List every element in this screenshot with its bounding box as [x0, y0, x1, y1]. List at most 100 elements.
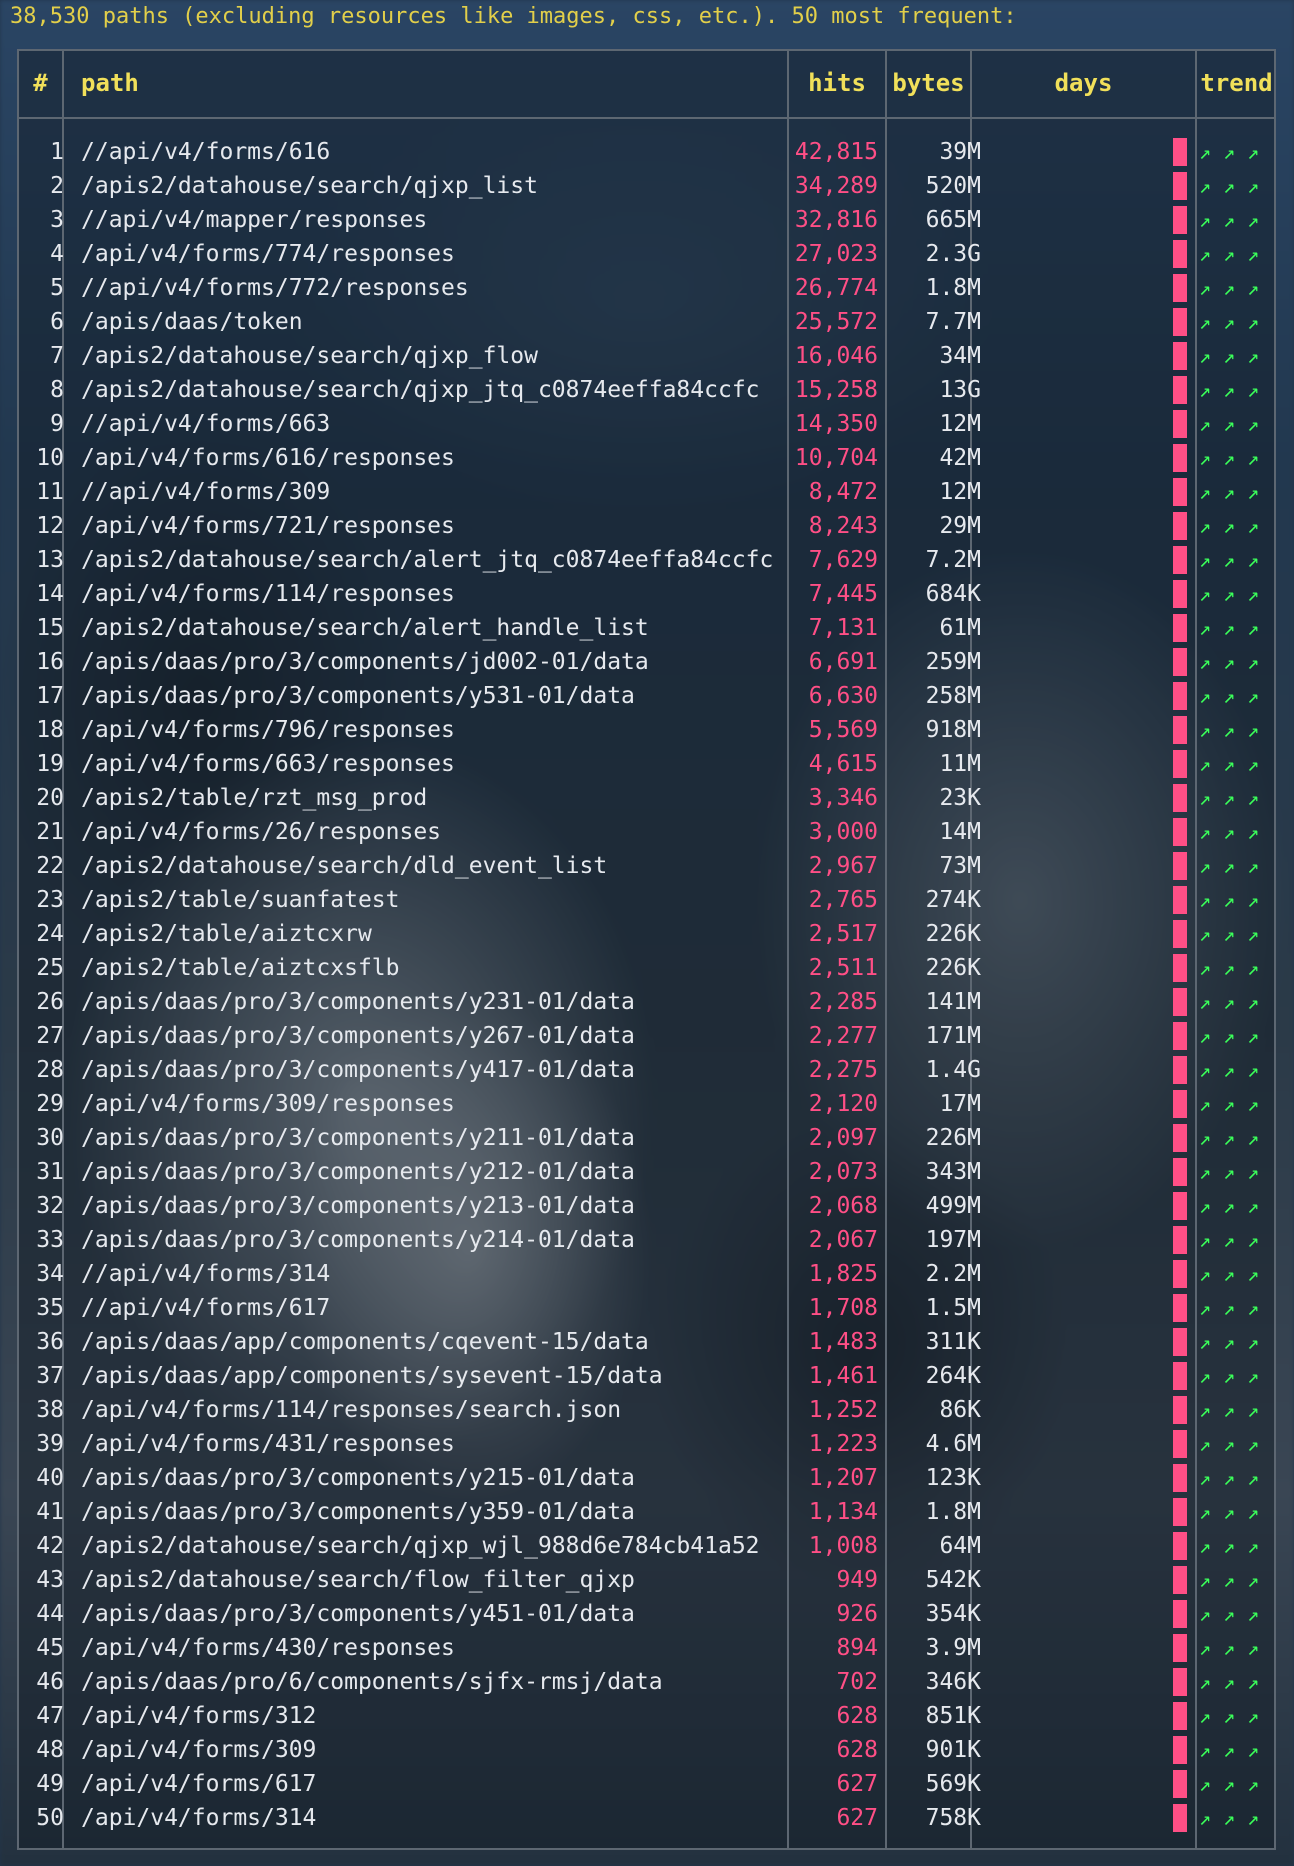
table-row: 16/apis/daas/pro/3/components/jd002-01/d…: [19, 645, 1274, 679]
row-path: /apis2/datahouse/search/qjxp_wjl_988d6e7…: [81, 1533, 760, 1559]
column-header-hits: hits: [808, 69, 866, 97]
row-number: 43: [36, 1567, 64, 1593]
trend-arrows: ↗ ↗ ↗: [1199, 514, 1260, 538]
days-bar: [1173, 784, 1187, 812]
row-path: /api/v4/forms/26/responses: [81, 819, 442, 845]
row-bytes: 901K: [925, 1737, 981, 1763]
row-bytes: 343M: [925, 1159, 981, 1185]
days-bar: [1173, 954, 1187, 982]
trend-arrows: ↗ ↗ ↗: [1199, 752, 1260, 776]
row-hits: 7,131: [808, 615, 878, 641]
table-row: 15/apis2/datahouse/search/alert_handle_l…: [19, 611, 1274, 645]
column-header-num: #: [33, 69, 48, 97]
table-row: 32/apis/daas/pro/3/components/y213-01/da…: [19, 1189, 1274, 1223]
trend-arrows: ↗ ↗ ↗: [1199, 1772, 1260, 1796]
row-hits: 1,207: [808, 1465, 878, 1491]
trend-arrows: ↗ ↗ ↗: [1199, 1534, 1260, 1558]
row-bytes: 542K: [925, 1567, 981, 1593]
row-bytes: 684K: [925, 581, 981, 607]
row-hits: 627: [836, 1805, 878, 1831]
row-hits: 1,008: [808, 1533, 878, 1559]
row-path: /api/v4/forms/663/responses: [81, 751, 455, 777]
table-row: 41/apis/daas/pro/3/components/y359-01/da…: [19, 1495, 1274, 1529]
table-row: 20/apis2/table/rzt_msg_prod 3,346 23K ↗ ↗ ↗: [19, 781, 1274, 815]
row-path: /apis/daas/pro/3/components/y213-01/data: [81, 1193, 635, 1219]
days-bar: [1173, 1192, 1187, 1220]
row-path: /apis/daas/pro/3/components/y531-01/data: [81, 683, 635, 709]
table-row: 26/apis/daas/pro/3/components/y231-01/da…: [19, 985, 1274, 1019]
row-number: 49: [36, 1771, 64, 1797]
trend-arrows: ↗ ↗ ↗: [1199, 684, 1260, 708]
days-bar: [1173, 1464, 1187, 1492]
table-row: 31/apis/daas/pro/3/components/y212-01/da…: [19, 1155, 1274, 1189]
row-path: /apis2/table/aiztcxsflb: [81, 955, 400, 981]
row-hits: 8,472: [808, 479, 878, 505]
row-bytes: 34M: [939, 343, 981, 369]
row-hits: 1,483: [808, 1329, 878, 1355]
table-row: 24/apis2/table/aiztcxrw 2,517 226K ↗ ↗ ↗: [19, 917, 1274, 951]
row-hits: 2,275: [808, 1057, 878, 1083]
row-bytes: 665M: [925, 207, 981, 233]
row-number: 7: [50, 343, 64, 369]
row-path: /apis/daas/pro/6/components/sjfx-rmsj/da…: [81, 1669, 663, 1695]
trend-arrows: ↗ ↗ ↗: [1199, 1738, 1260, 1762]
table-row: 23/apis2/table/suanfatest 2,765 274K ↗ ↗ ↗: [19, 883, 1274, 917]
row-hits: 4,615: [808, 751, 878, 777]
row-hits: 2,511: [808, 955, 878, 981]
days-bar: [1173, 478, 1187, 506]
row-number: 31: [36, 1159, 64, 1185]
trend-arrows: ↗ ↗ ↗: [1199, 1432, 1260, 1456]
days-bar: [1173, 1294, 1187, 1322]
trend-arrows: ↗ ↗ ↗: [1199, 854, 1260, 878]
row-path: /apis/daas/pro/3/components/y267-01/data: [81, 1023, 635, 1049]
row-hits: 1,708: [808, 1295, 878, 1321]
table-row: 43/apis2/datahouse/search/flow_filter_qj…: [19, 1563, 1274, 1597]
trend-arrows: ↗ ↗ ↗: [1199, 1398, 1260, 1422]
row-hits: 3,346: [808, 785, 878, 811]
days-bar: [1173, 138, 1187, 166]
row-hits: 1,825: [808, 1261, 878, 1287]
row-hits: 27,023: [794, 241, 878, 267]
row-path: //api/v4/forms/309: [81, 479, 331, 505]
row-hits: 894: [836, 1635, 878, 1661]
row-bytes: 226K: [925, 955, 981, 981]
row-number: 35: [36, 1295, 64, 1321]
days-bar: [1173, 206, 1187, 234]
table-row: 49/api/v4/forms/617 627 569K ↗ ↗ ↗: [19, 1767, 1274, 1801]
row-number: 5: [50, 275, 64, 301]
row-number: 39: [36, 1431, 64, 1457]
row-bytes: 7.2M: [925, 547, 981, 573]
row-hits: 2,120: [808, 1091, 878, 1117]
days-bar: [1173, 444, 1187, 472]
row-number: 9: [50, 411, 64, 437]
row-bytes: 264K: [925, 1363, 981, 1389]
table-row: 44/apis/daas/pro/3/components/y451-01/da…: [19, 1597, 1274, 1631]
row-path: /apis2/datahouse/search/alert_handle_lis…: [81, 615, 649, 641]
row-path: /apis/daas/pro/3/components/y212-01/data: [81, 1159, 635, 1185]
row-bytes: 39M: [939, 139, 981, 165]
row-bytes: 61M: [939, 615, 981, 641]
row-number: 2: [50, 173, 64, 199]
row-hits: 7,629: [808, 547, 878, 573]
row-number: 30: [36, 1125, 64, 1151]
column-header-trend: trend: [1200, 69, 1273, 97]
table-row: 12/api/v4/forms/721/responses 8,243 29M ↗ ↗…: [19, 509, 1274, 543]
row-hits: 14,350: [794, 411, 878, 437]
table-row: 1 //api/v4/forms/616 42,815 39M ↗ ↗ ↗: [19, 135, 1274, 169]
row-path: /api/v4/forms/114/responses/search.json: [81, 1397, 622, 1423]
row-hits: 8,243: [808, 513, 878, 539]
row-hits: 702: [836, 1669, 878, 1695]
row-number: 33: [36, 1227, 64, 1253]
trend-arrows: ↗ ↗ ↗: [1199, 1636, 1260, 1660]
table-row: 48/api/v4/forms/309 628 901K ↗ ↗ ↗: [19, 1733, 1274, 1767]
row-path: /apis/daas/pro/3/components/y211-01/data: [81, 1125, 635, 1151]
row-number: 47: [36, 1703, 64, 1729]
row-path: /apis/daas/app/components/cqevent-15/dat…: [81, 1329, 649, 1355]
row-path: /api/v4/forms/314: [81, 1805, 317, 1831]
table-row: 14/api/v4/forms/114/responses 7,445 684K ↗ …: [19, 577, 1274, 611]
days-bar: [1173, 682, 1187, 710]
row-hits: 2,765: [808, 887, 878, 913]
row-number: 48: [36, 1737, 64, 1763]
trend-arrows: ↗ ↗ ↗: [1199, 616, 1260, 640]
row-hits: 2,073: [808, 1159, 878, 1185]
